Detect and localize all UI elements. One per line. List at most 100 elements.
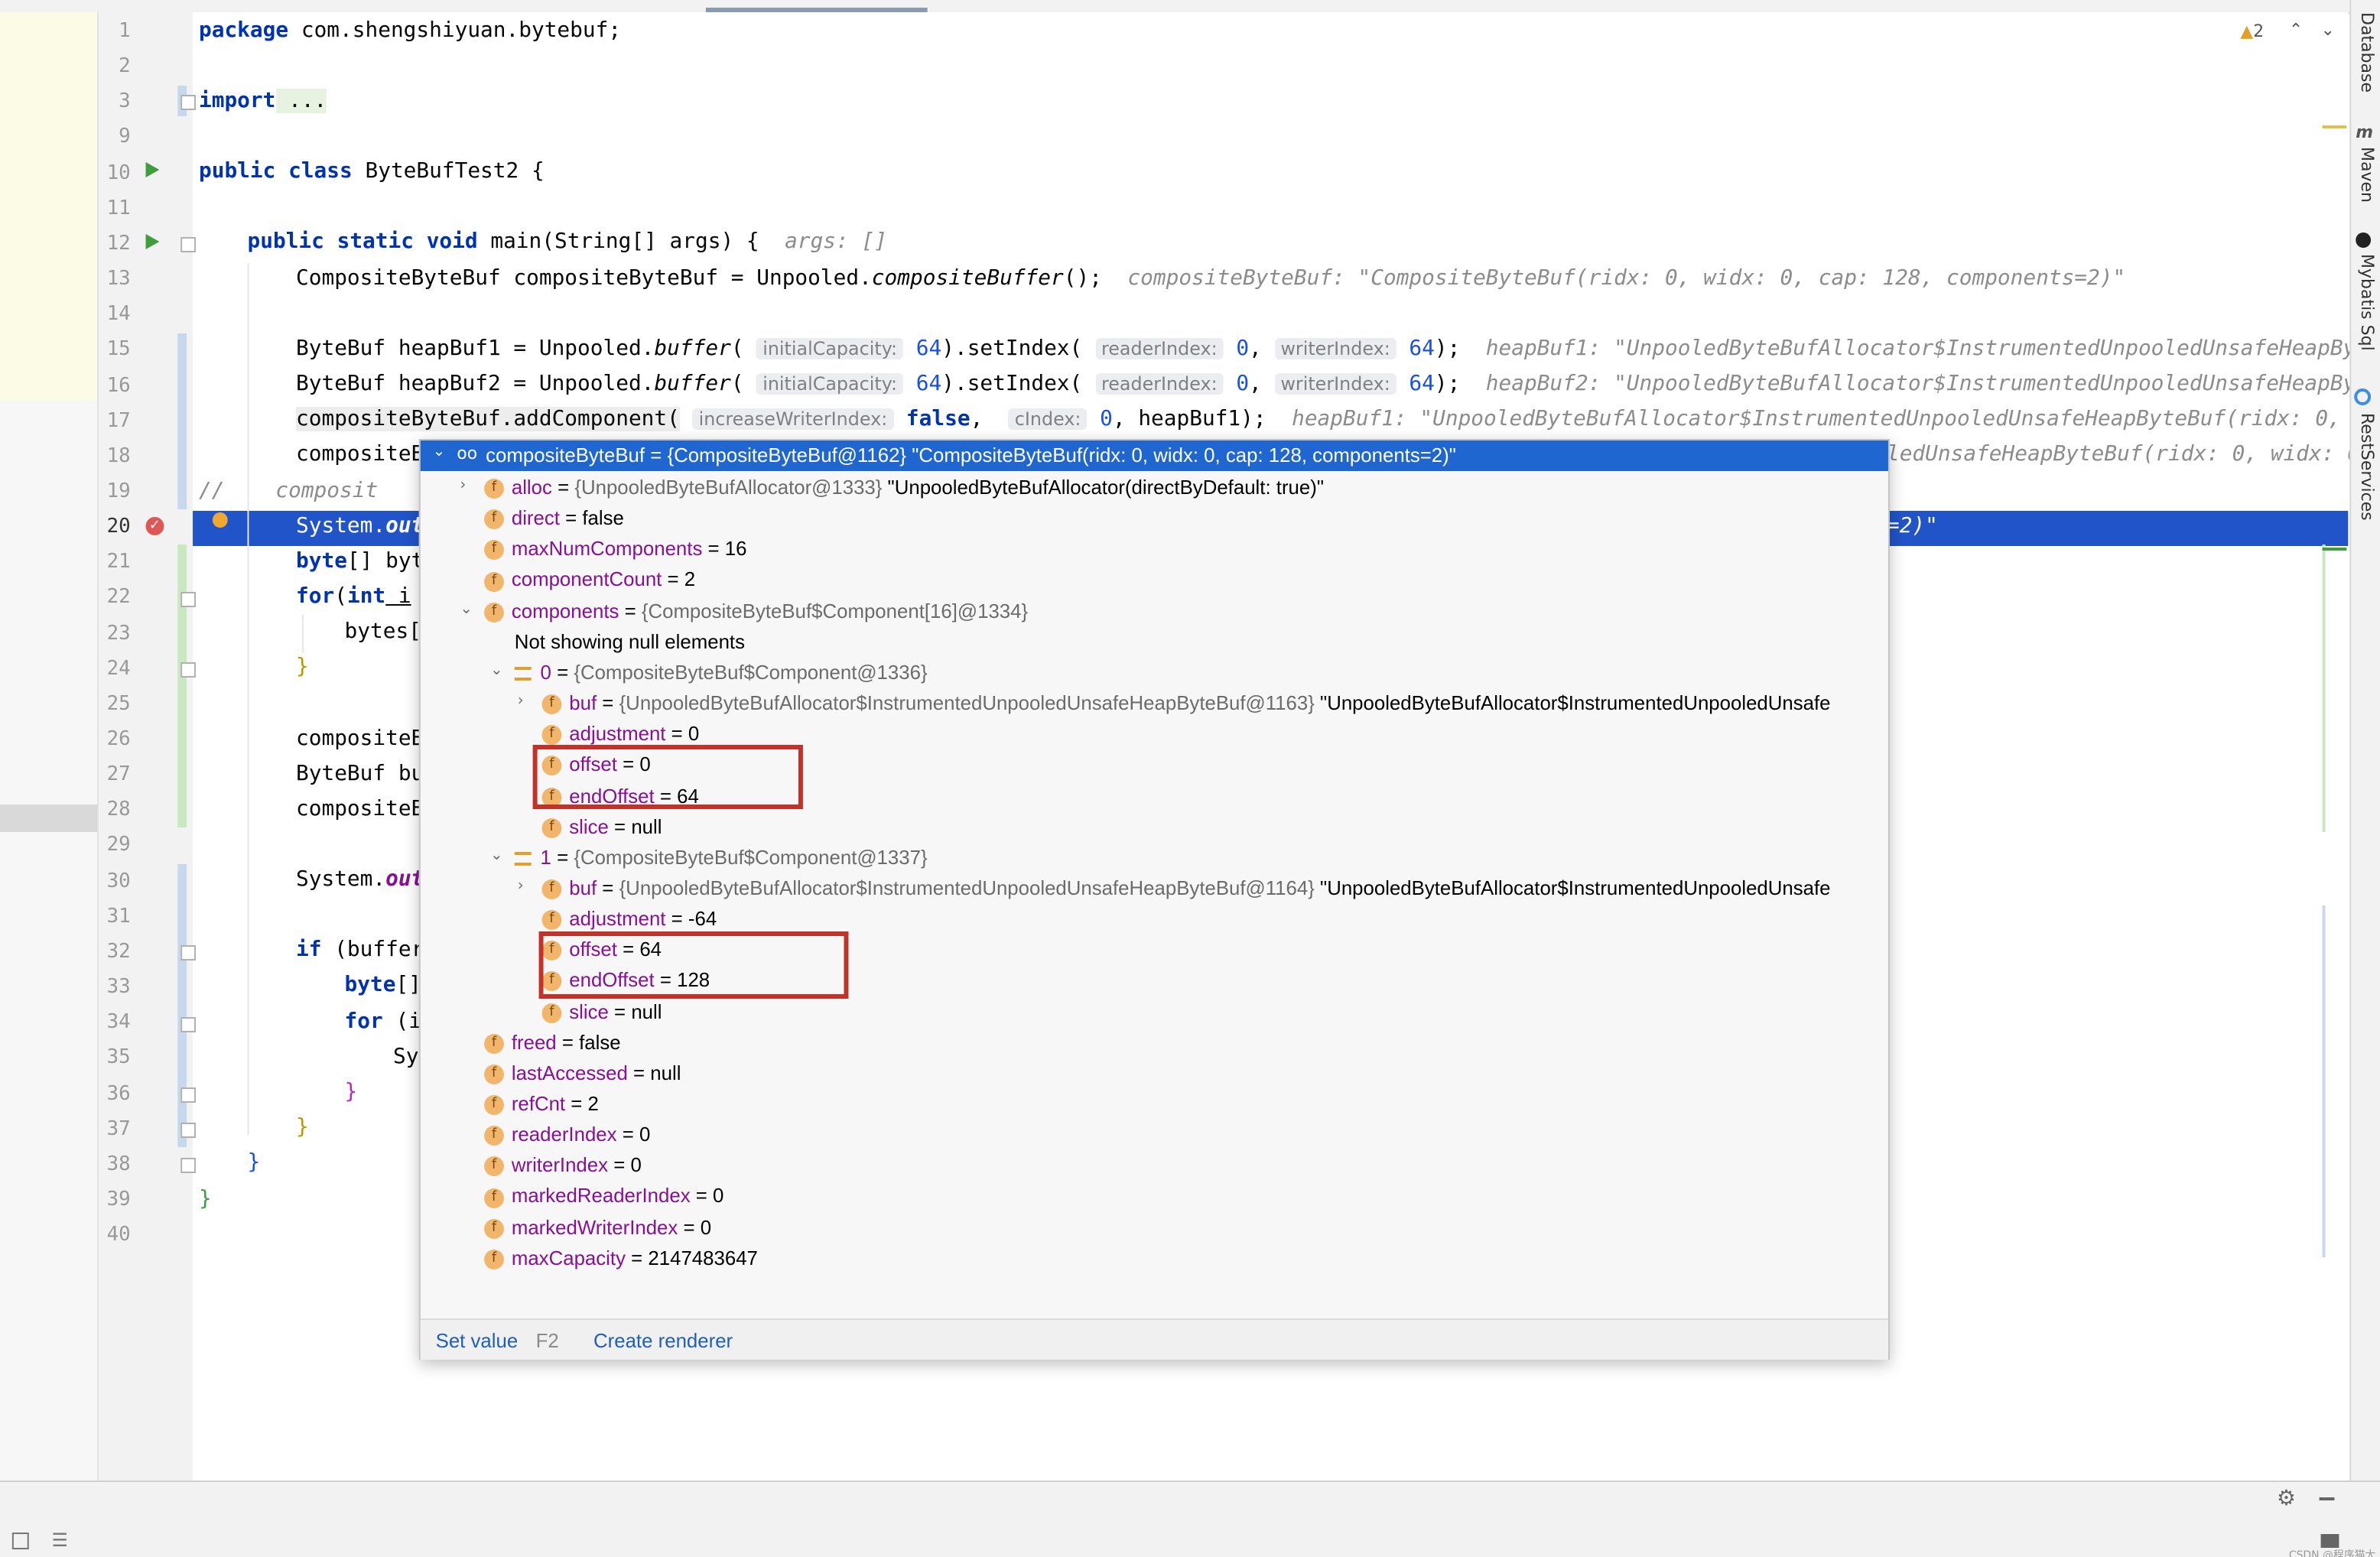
code-line-24[interactable]: } bbox=[296, 650, 309, 685]
line-number[interactable]: 38 bbox=[97, 1147, 131, 1182]
line-number[interactable]: 21 bbox=[97, 545, 131, 580]
code-line-15[interactable]: ByteBuf heapBuf1 = Unpooled.buffer( init… bbox=[296, 332, 2380, 367]
code-line-20[interactable]: System.out bbox=[296, 509, 424, 544]
code-line-26[interactable]: compositeB bbox=[296, 722, 424, 757]
variable-row[interactable]: f slice = null bbox=[541, 996, 662, 1027]
line-number[interactable]: 22 bbox=[97, 580, 131, 616]
line-number[interactable]: 23 bbox=[97, 616, 131, 651]
line-number[interactable]: 14 bbox=[97, 297, 131, 332]
warnings-indicator[interactable]: ▲2 bbox=[2240, 21, 2264, 41]
popup-header-row[interactable]: ⌄ oo compositeByteBuf = {CompositeByteBu… bbox=[420, 440, 1888, 471]
code-line-36[interactable]: } bbox=[345, 1075, 358, 1110]
tool-window-maven[interactable]: Maven bbox=[2352, 147, 2377, 203]
line-number[interactable]: 33 bbox=[97, 970, 131, 1005]
previous-highlight-button[interactable]: ⌃ bbox=[2289, 20, 2303, 40]
variable-row[interactable]: f markedReaderIndex = 0 bbox=[484, 1182, 723, 1212]
variable-row[interactable]: f componentCount = 2 bbox=[484, 565, 695, 596]
variable-row[interactable]: f lastAccessed = null bbox=[484, 1058, 681, 1089]
line-number[interactable]: 35 bbox=[97, 1041, 131, 1076]
code-line-18[interactable]: compositeB bbox=[296, 437, 424, 473]
line-number[interactable]: 11 bbox=[97, 191, 131, 226]
code-line-39[interactable]: } bbox=[199, 1182, 212, 1217]
variable-row[interactable]: f refCnt = 2 bbox=[484, 1089, 599, 1120]
variable-row[interactable]: f maxNumComponents = 16 bbox=[484, 535, 746, 565]
variable-row[interactable]: f freed = false bbox=[484, 1027, 621, 1058]
collapse-chevron-icon[interactable]: ⌄ bbox=[490, 847, 506, 864]
error-stripe-mark[interactable] bbox=[2322, 548, 2347, 551]
expand-chevron-icon[interactable]: › bbox=[518, 693, 533, 710]
breakpoint-icon[interactable]: ✓ bbox=[145, 517, 164, 535]
variable-row[interactable]: f adjustment = -64 bbox=[541, 904, 717, 935]
variable-row[interactable]: 0 = {CompositeByteBuf$Component@1336} bbox=[514, 658, 928, 688]
line-number[interactable]: 37 bbox=[97, 1111, 131, 1146]
line-number[interactable]: 17 bbox=[97, 403, 131, 438]
fold-icon[interactable] bbox=[180, 95, 197, 110]
collapse-chevron-icon[interactable]: ⌄ bbox=[433, 444, 446, 460]
variable-row[interactable]: f writerIndex = 0 bbox=[484, 1151, 642, 1182]
code-line-1[interactable]: package com.shengshiyuan.bytebuf; bbox=[199, 14, 621, 49]
expand-chevron-icon[interactable]: › bbox=[460, 477, 475, 494]
tool-window-mybatis-sql[interactable]: Mybatis Sql bbox=[2352, 254, 2377, 351]
line-number[interactable]: 25 bbox=[97, 687, 131, 722]
debug-value-popup[interactable]: ⌄ oo compositeByteBuf = {CompositeByteBu… bbox=[418, 439, 1890, 1360]
code-line-30[interactable]: System.out bbox=[296, 863, 424, 898]
variable-row[interactable]: f alloc = {UnpooledByteBufAllocator@1333}… bbox=[484, 473, 1324, 503]
line-number[interactable]: 2 bbox=[97, 49, 131, 84]
code-line-28[interactable]: compositeB bbox=[296, 792, 424, 827]
line-number[interactable]: 39 bbox=[97, 1182, 131, 1217]
line-number[interactable]: 36 bbox=[97, 1076, 131, 1111]
error-stripe-mark[interactable] bbox=[2322, 125, 2347, 128]
collapse-chevron-icon[interactable]: ⌄ bbox=[460, 600, 475, 617]
code-line-21[interactable]: byte[] byt bbox=[296, 544, 424, 580]
run-class-icon[interactable] bbox=[145, 162, 160, 177]
line-number[interactable]: 24 bbox=[97, 651, 131, 686]
line-number[interactable]: 15 bbox=[97, 333, 131, 368]
code-line-19[interactable]: // composit bbox=[199, 474, 378, 509]
code-line-34[interactable]: for (i bbox=[345, 1005, 421, 1040]
line-number[interactable]: 9 bbox=[97, 120, 131, 155]
line-number[interactable]: 28 bbox=[97, 793, 131, 828]
line-number[interactable]: 32 bbox=[97, 935, 131, 970]
line-number[interactable]: 20 bbox=[97, 509, 131, 544]
table-layout-icon[interactable] bbox=[11, 1533, 29, 1549]
variable-row[interactable]: 1 = {CompositeByteBuf$Component@1337} bbox=[514, 843, 928, 873]
code-line-35[interactable]: Sy bbox=[393, 1040, 418, 1075]
settings-gear-icon[interactable]: ⚙ bbox=[2277, 1487, 2296, 1511]
line-number[interactable]: 34 bbox=[97, 1005, 131, 1040]
line-number[interactable]: 31 bbox=[97, 899, 131, 935]
line-number[interactable]: 27 bbox=[97, 757, 131, 792]
line-number[interactable]: 12 bbox=[97, 226, 131, 262]
variable-row[interactable]: f maxCapacity = 2147483647 bbox=[484, 1243, 758, 1274]
code-line-33[interactable]: byte[] bbox=[345, 968, 421, 1003]
code-line-23[interactable]: bytes[ bbox=[345, 615, 421, 650]
variable-row[interactable]: f readerIndex = 0 bbox=[484, 1120, 650, 1150]
vcs-added-marker[interactable] bbox=[177, 544, 187, 827]
code-line-12[interactable]: public static void main(String[] args) {… bbox=[248, 225, 887, 260]
next-highlight-button[interactable]: ⌄ bbox=[2321, 20, 2335, 40]
create-renderer-link[interactable]: Create renderer bbox=[593, 1329, 733, 1352]
code-line-27[interactable]: ByteBuf bu bbox=[296, 757, 424, 792]
variable-row[interactable]: Not showing null elements bbox=[515, 627, 745, 658]
code-line-13[interactable]: CompositeByteBuf compositeByteBuf = Unpo… bbox=[296, 262, 2125, 297]
line-number[interactable]: 18 bbox=[97, 439, 131, 474]
fold-icon[interactable] bbox=[180, 662, 197, 678]
line-number[interactable]: 3 bbox=[97, 85, 131, 120]
variable-row[interactable]: f buf = {UnpooledByteBufAllocator$Instrum… bbox=[541, 688, 1831, 719]
set-value-link[interactable]: Set value bbox=[436, 1329, 519, 1352]
line-number[interactable]: 1 bbox=[97, 14, 131, 49]
folded-imports[interactable]: ... bbox=[275, 89, 327, 113]
fold-icon[interactable] bbox=[180, 592, 197, 607]
code-line-16[interactable]: ByteBuf heapBuf2 = Unpooled.buffer( init… bbox=[296, 367, 2380, 402]
fold-icon[interactable] bbox=[180, 1123, 197, 1138]
fold-icon[interactable] bbox=[180, 945, 197, 961]
variable-row[interactable]: f direct = false bbox=[484, 503, 624, 534]
error-stripe-mark[interactable] bbox=[2322, 544, 2326, 832]
variable-row[interactable]: f markedWriterIndex = 0 bbox=[484, 1212, 711, 1243]
line-number[interactable]: 16 bbox=[97, 368, 131, 403]
tool-window-restservices[interactable]: RestServices bbox=[2352, 413, 2377, 521]
vcs-change-marker[interactable] bbox=[177, 864, 187, 1147]
fold-icon[interactable] bbox=[180, 237, 197, 252]
line-number[interactable]: 13 bbox=[97, 262, 131, 297]
code-line-3[interactable]: import ... bbox=[199, 84, 327, 119]
vcs-change-marker[interactable] bbox=[177, 333, 187, 509]
